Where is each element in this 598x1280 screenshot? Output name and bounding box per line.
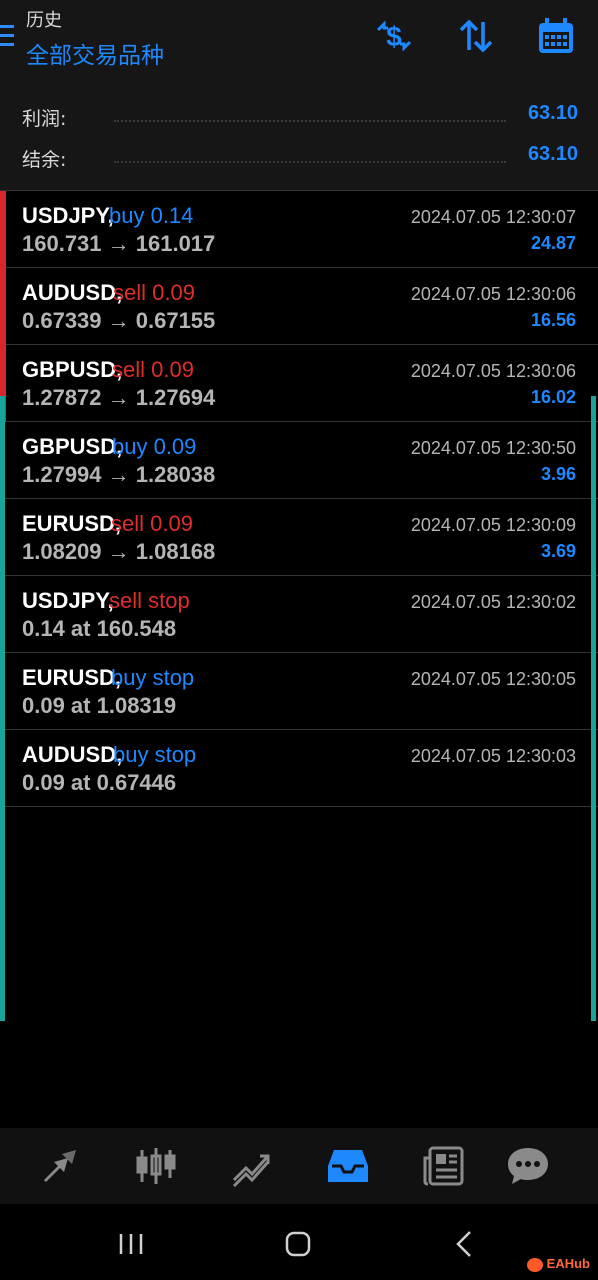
balance-row: 结余: 63.10 [22,141,578,173]
trade-time: 2024.07.05 12:30:05 [410,669,576,689]
trade-row[interactable]: AUDUSD, sell 0.09 0.67339 → 0.67155 2024… [0,268,598,345]
header-subtitle: 历史 [26,10,62,31]
trade-symbol: AUDUSD, [22,280,123,305]
trade-action: buy 0.09 [112,434,197,459]
back-icon[interactable] [446,1224,486,1264]
left-edge-indicator [0,396,5,1021]
trade-history-list: USDJPY, buy 0.14 160.731 → 161.017 2024.… [0,191,598,807]
profit-value: 63.10 [527,102,578,124]
trade-profit: 24.87 [530,233,576,253]
trade-symbol: GBPUSD, [22,357,123,382]
order-details: 0.09 at 0.67446 [22,770,177,795]
order-row[interactable]: USDJPY, sell stop 0.14 at 160.548 2024.0… [0,576,598,653]
sort-icon[interactable] [456,16,496,56]
balance-value: 63.10 [527,143,578,165]
trade-prices: 160.731 → 161.017 [22,231,216,256]
watermark: EAHub [526,1256,590,1272]
trade-time: 2024.07.05 12:30:09 [410,515,576,535]
divider-dots [114,161,506,163]
bottom-navigation [0,1128,598,1204]
trade-prices: 1.08209 → 1.08168 [22,539,216,564]
trade-icon[interactable] [230,1144,274,1188]
watermark-text: EAHub [546,1256,590,1271]
trade-time: 2024.07.05 12:30:50 [410,438,576,458]
summary-panel: 利润: 63.10 结余: 63.10 [0,80,598,191]
app-header: 历史 全部交易品种 $ [0,0,598,80]
scrollbar[interactable] [591,396,596,1021]
quotes-icon[interactable] [38,1144,82,1188]
trade-prices: 0.67339 → 0.67155 [22,308,216,333]
trade-marker [0,268,6,345]
trade-action: buy stop [111,665,195,690]
trade-symbol: AUDUSD, [22,742,123,767]
menu-icon[interactable] [0,25,14,47]
trade-row[interactable]: GBPUSD, sell 0.09 1.27872 → 1.27694 2024… [0,345,598,422]
trade-action: sell 0.09 [112,357,194,382]
trade-row[interactable]: USDJPY, buy 0.14 160.731 → 161.017 2024.… [0,191,598,268]
trade-marker [0,191,6,268]
news-icon[interactable] [422,1144,466,1188]
profit-row: 利润: 63.10 [22,100,578,132]
history-icon[interactable] [326,1144,370,1188]
trade-profit: 16.02 [530,387,576,407]
trade-action: buy 0.14 [109,203,194,228]
system-navigation [0,1204,598,1280]
trade-profit: 16.56 [530,310,576,330]
order-details: 0.14 at 160.548 [22,616,177,641]
trade-action: sell 0.09 [113,280,195,305]
order-row[interactable]: EURUSD, buy stop 0.09 at 1.08319 2024.07… [0,653,598,730]
balance-label: 结余: [22,149,67,171]
home-icon[interactable] [278,1224,318,1264]
recent-apps-icon[interactable] [111,1224,151,1264]
chat-icon[interactable] [506,1144,550,1188]
trade-symbol: EURUSD, [22,665,122,690]
trade-profit: 3.69 [540,541,576,561]
currency-exchange-icon[interactable]: $ [374,16,414,56]
trade-profit: 3.96 [540,464,576,484]
trade-prices: 1.27994 → 1.28038 [22,462,216,487]
divider-dots [114,120,506,122]
chart-icon[interactable] [134,1144,178,1188]
trade-row[interactable]: EURUSD, sell 0.09 1.08209 → 1.08168 2024… [0,499,598,576]
trade-action: buy stop [113,742,197,767]
trade-time: 2024.07.05 12:30:02 [410,592,576,612]
trade-time: 2024.07.05 12:30:03 [410,746,576,766]
trade-prices: 1.27872 → 1.27694 [22,385,216,410]
trade-row[interactable]: GBPUSD, buy 0.09 1.27994 → 1.28038 2024.… [0,422,598,499]
trade-action: sell stop [109,588,190,613]
symbol-filter[interactable]: 全部交易品种 [26,36,164,70]
order-details: 0.09 at 1.08319 [22,693,177,718]
trade-symbol: GBPUSD, [22,434,123,459]
order-row[interactable]: AUDUSD, buy stop 0.09 at 0.67446 2024.07… [0,730,598,807]
calendar-icon[interactable] [536,16,576,56]
trade-symbol: USDJPY, [22,588,114,613]
svg-text:$: $ [386,21,402,52]
trade-time: 2024.07.05 12:30:06 [410,284,576,304]
trade-symbol: USDJPY, [22,203,114,228]
watermark-logo-icon [526,1257,543,1272]
profit-label: 利润: [22,108,67,130]
trade-time: 2024.07.05 12:30:06 [410,361,576,381]
trade-action: sell 0.09 [111,511,193,536]
trade-time: 2024.07.05 12:30:07 [410,207,576,227]
trade-symbol: EURUSD, [22,511,122,536]
